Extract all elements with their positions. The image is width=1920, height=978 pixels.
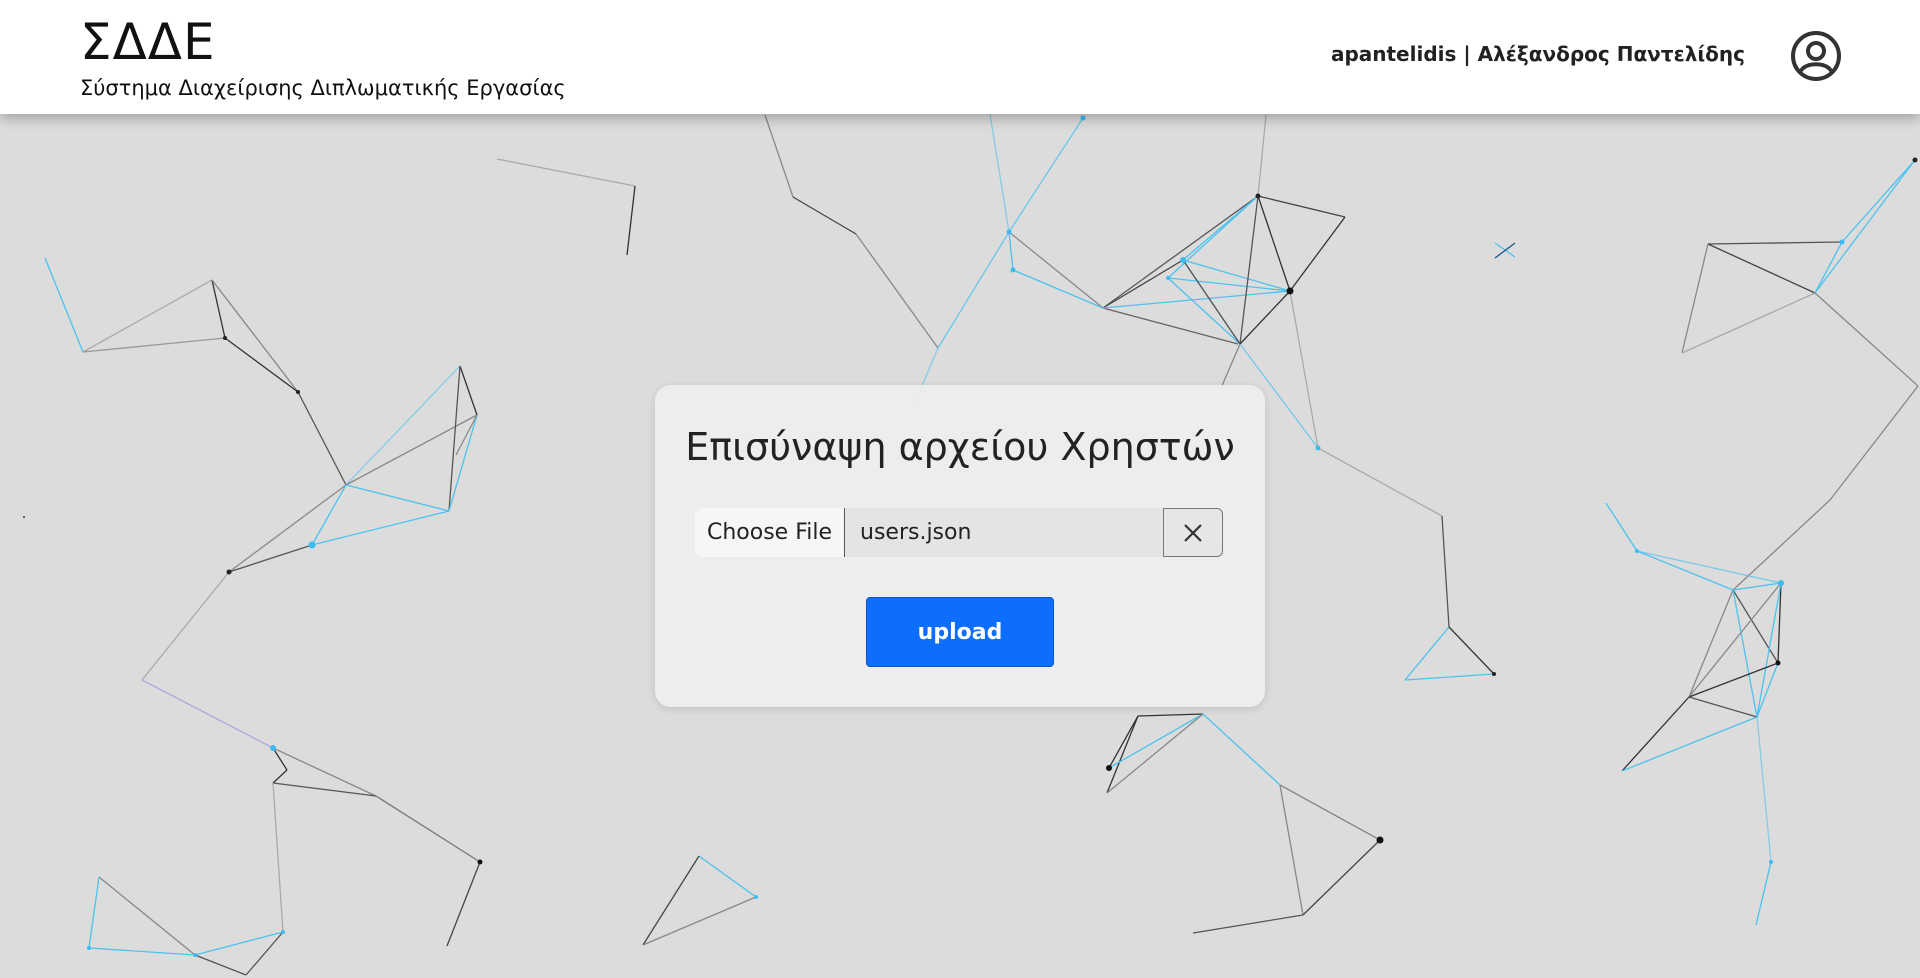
file-input-row: Choose File users.json <box>695 508 1223 557</box>
upload-card-title: Επισύναψη αρχείου Χρηστών <box>685 425 1235 469</box>
app-title[interactable]: ΣΔΔΕ <box>80 14 566 70</box>
user-circle-icon[interactable] <box>1790 30 1842 82</box>
clear-file-button[interactable] <box>1163 508 1223 557</box>
user-label: apantelidis | Αλέξανδρος Παντελίδης <box>1330 42 1745 66</box>
upload-button[interactable]: upload <box>866 597 1054 667</box>
selected-file-name: users.json <box>860 520 972 545</box>
file-input[interactable]: Choose File users.json <box>695 508 1163 557</box>
close-icon <box>1184 523 1202 542</box>
app-header: ΣΔΔΕ Σύστημα Διαχείρισης Διπλωματικής Ερ… <box>0 0 1920 114</box>
app-subtitle: Σύστημα Διαχείρισης Διπλωματικής Εργασία… <box>80 76 566 100</box>
brand: ΣΔΔΕ Σύστημα Διαχείρισης Διπλωματικής Ερ… <box>80 14 566 100</box>
choose-file-button[interactable]: Choose File <box>695 508 845 557</box>
page: ΣΔΔΕ Σύστημα Διαχείρισης Διπλωματικής Ερ… <box>0 0 1920 978</box>
upload-card: Επισύναψη αρχείου Χρηστών Choose File us… <box>655 385 1265 707</box>
